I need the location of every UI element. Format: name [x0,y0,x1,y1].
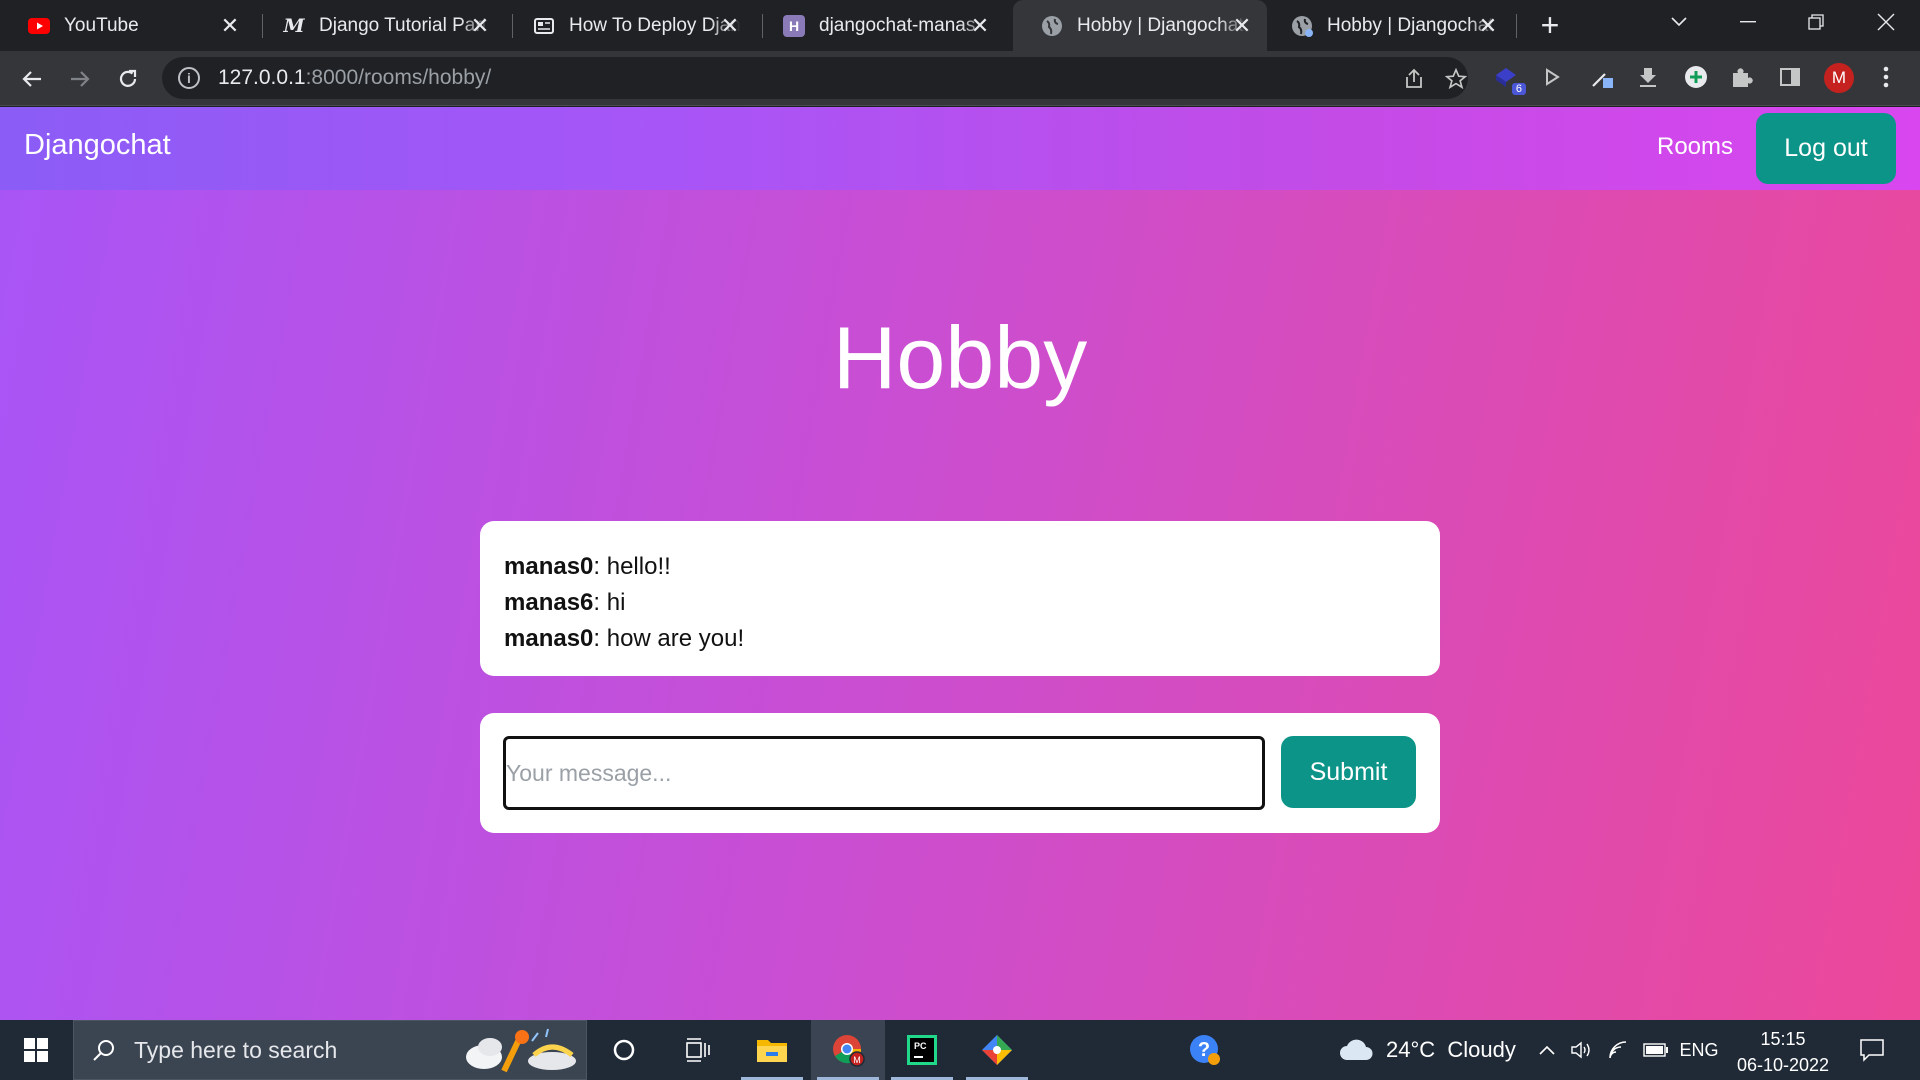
profile-avatar[interactable]: M [1824,63,1854,93]
restore-icon[interactable] [1788,0,1844,44]
tab-title: Hobby | Djangochat [1077,14,1244,36]
message-text: hello!! [606,553,671,580]
play-extension-icon[interactable] [1538,63,1566,91]
notifications-icon[interactable] [1850,1020,1894,1080]
taskbar-search-box[interactable]: Type here to search [73,1020,587,1080]
git-app-icon[interactable] [960,1020,1034,1080]
back-icon[interactable] [16,63,48,95]
rooms-link[interactable]: Rooms [1657,133,1733,161]
browser-toolbar: i 127.0.0.1:8000/rooms/hobby/ [0,51,1920,106]
help-icon[interactable]: ? [1168,1020,1242,1080]
battery-icon[interactable] [1640,1020,1672,1080]
tab-hobby-active[interactable]: Hobby | Djangochat ✕ [1013,0,1267,51]
extension-badge-count: 6 [1511,83,1526,95]
side-panel-icon[interactable] [1776,63,1804,91]
search-icon [92,1038,116,1062]
reload-icon[interactable] [112,63,144,95]
show-hidden-icons[interactable] [1532,1020,1562,1080]
weather-text: 24°C Cloudy [1386,1037,1516,1062]
add-circle-extension-icon[interactable] [1682,63,1710,91]
forward-icon[interactable] [64,63,96,95]
close-window-icon[interactable] [1858,0,1914,44]
room-title: Hobby [832,308,1088,407]
message-text: hi [606,589,626,616]
message-text: how are you! [606,625,745,652]
tab-hobby[interactable]: Hobby | Djangochat ✕ [1263,0,1513,51]
globe-icon [1291,15,1313,37]
tab-django-tutorial[interactable]: M Django Tutorial Part ✕ [255,0,505,51]
tab-youtube[interactable]: YouTube ✕ [0,0,255,51]
heroku-icon: H [783,14,805,37]
address-bar[interactable]: i 127.0.0.1:8000/rooms/hobby/ [162,57,1468,99]
app-navbar: Djangochat Rooms Log out [0,107,1920,190]
tab-title: How To Deploy Django [569,14,741,36]
close-tab-icon[interactable]: ✕ [967,13,993,39]
svg-text:M: M [853,1055,861,1065]
chrome-taskbar-icon[interactable]: M [811,1020,885,1080]
close-tab-icon[interactable]: ✕ [467,13,493,39]
search-placeholder: Type here to search [134,1036,338,1063]
globe-icon [1041,15,1063,37]
svg-text:PC: PC [914,1041,927,1051]
tab-deploy-django[interactable]: How To Deploy Django ✕ [505,0,755,51]
message-form: Submit [480,713,1440,833]
new-tab-button[interactable]: + [1534,7,1566,43]
clock-time: 15:15 [1760,1029,1806,1049]
message-author: manas0 [504,625,594,652]
close-tab-icon[interactable]: ✕ [1475,13,1501,39]
language-indicator[interactable]: ENG [1676,1020,1722,1080]
file-explorer-icon[interactable] [735,1020,809,1080]
tab-heroku-app[interactable]: H djangochat-manas ✕ [755,0,1005,51]
windows-start-icon[interactable] [0,1020,72,1080]
youtube-icon [28,15,50,37]
tab-title: Django Tutorial Part [319,14,487,36]
download-extension-icon[interactable] [1634,63,1662,91]
extension-badge-icon[interactable]: 6 [1492,63,1526,95]
pycharm-icon[interactable]: PC [885,1020,959,1080]
site-info-icon[interactable]: i [178,67,200,89]
eyedropper-extension-icon[interactable] [1588,63,1616,91]
chat-message: manas6: hi [504,589,626,616]
taskbar-clock[interactable]: 15:15 06-10-2022 [1722,1026,1844,1078]
url-text: 127.0.0.1:8000/rooms/hobby/ [218,66,492,89]
message-input[interactable] [503,736,1265,810]
brand-link[interactable]: Djangochat [24,129,171,162]
close-tab-icon[interactable]: ✕ [717,13,743,39]
medium-icon: M [283,14,305,37]
browser-tab-strip: YouTube ✕ M Django Tutorial Part ✕ How T… [0,0,1920,51]
chat-message: manas0: hello!! [504,553,671,580]
share-icon[interactable] [1402,67,1426,91]
search-highlight-illustration-icon [462,1027,580,1075]
volume-icon[interactable] [1566,1020,1596,1080]
svg-text:H: H [789,18,799,34]
minimize-icon[interactable] [1720,0,1776,44]
tab-title: YouTube [64,14,139,36]
close-tab-icon[interactable]: ✕ [217,13,243,39]
chat-message: manas0: how are you! [504,625,745,652]
bookmark-star-icon[interactable] [1444,67,1468,91]
tab-title: Hobby | Djangochat [1327,14,1494,36]
submit-button[interactable]: Submit [1281,736,1416,808]
page-content: Djangochat Rooms Log out Hobby manas0: h… [0,107,1920,1020]
article-icon [533,15,555,37]
cortana-icon[interactable] [587,1020,661,1080]
message-author: manas6 [504,589,594,616]
cloud-icon [1338,1038,1374,1062]
chat-messages: manas0: hello!! manas6: hi manas0: how a… [480,521,1440,676]
weather-widget[interactable]: 24°C Cloudy [1338,1020,1516,1080]
wifi-icon[interactable] [1604,1020,1634,1080]
browser-menu-icon[interactable] [1872,63,1900,91]
clock-date: 06-10-2022 [1736,1055,1830,1075]
windows-taskbar: Type here to search M PC ? 24°C Cloudy E… [0,1020,1920,1080]
tab-title: djangochat-manas [819,14,976,36]
tab-search-icon[interactable] [1651,0,1707,44]
logout-button[interactable]: Log out [1756,113,1896,184]
message-author: manas0 [504,553,594,580]
task-view-icon[interactable] [661,1020,735,1080]
extensions-puzzle-icon[interactable] [1728,63,1756,91]
close-tab-icon[interactable]: ✕ [1229,13,1255,39]
